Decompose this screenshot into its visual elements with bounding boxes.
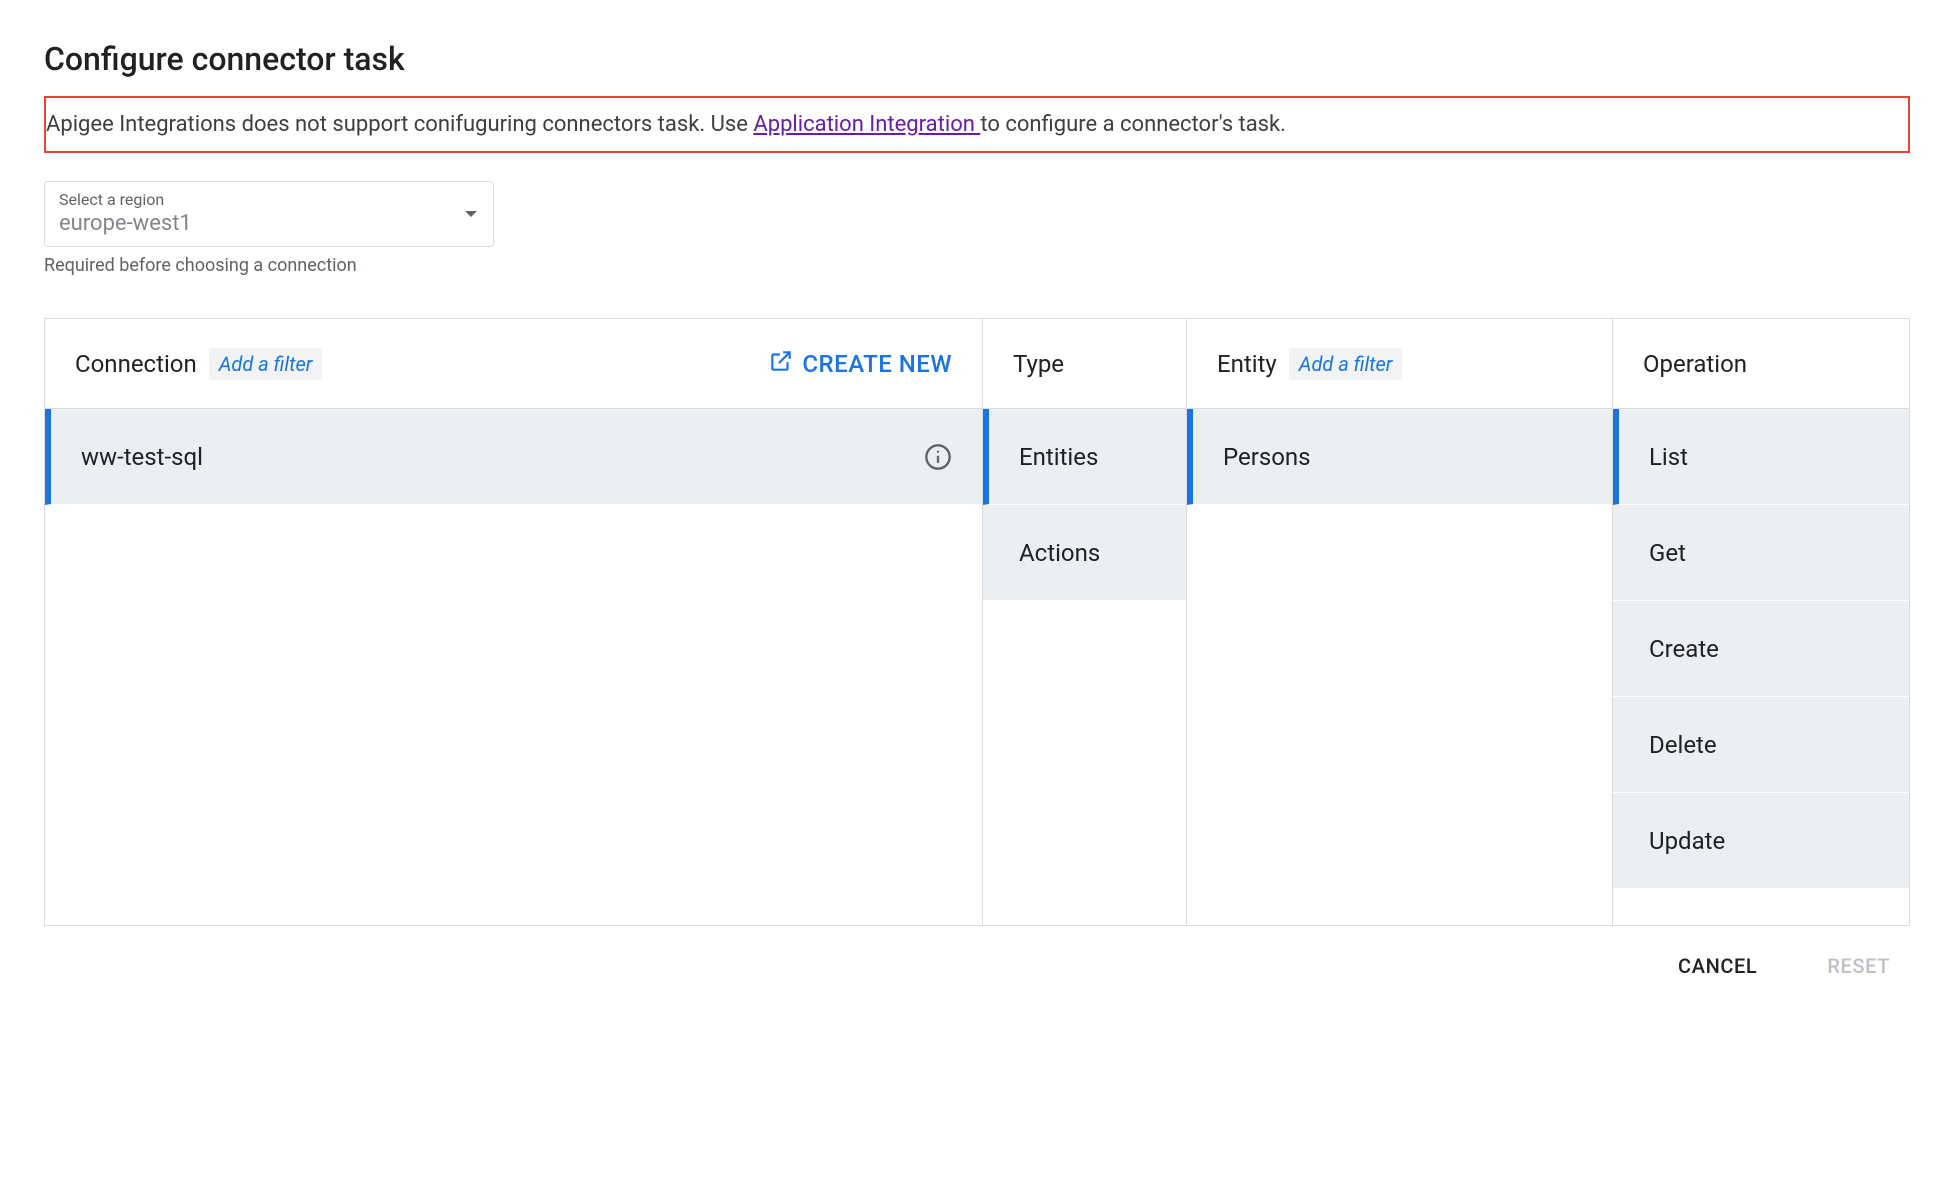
- entity-header: Entity Add a filter: [1187, 319, 1612, 409]
- operation-item-create[interactable]: Create: [1613, 601, 1909, 697]
- entity-header-label: Entity: [1217, 350, 1277, 378]
- operation-item-get[interactable]: Get: [1613, 505, 1909, 601]
- type-item-label: Entities: [1019, 443, 1098, 471]
- connection-header: Connection Add a filter CREATE NEW: [45, 319, 982, 409]
- create-new-button[interactable]: CREATE NEW: [768, 348, 952, 380]
- entity-column: Entity Add a filter Persons: [1187, 319, 1613, 925]
- operation-item-label: Delete: [1649, 731, 1717, 759]
- operation-item-label: Create: [1649, 635, 1719, 663]
- type-column: Type Entities Actions: [983, 319, 1187, 925]
- dialog-title: Configure connector task: [44, 40, 1910, 78]
- type-item-entities[interactable]: Entities: [983, 409, 1186, 505]
- type-item-actions[interactable]: Actions: [983, 505, 1186, 601]
- region-value: europe-west1: [59, 211, 479, 236]
- entity-filter[interactable]: Add a filter: [1289, 348, 1403, 380]
- region-label: Select a region: [59, 190, 479, 209]
- type-header: Type: [983, 319, 1186, 409]
- warning-suffix: to configure a connector's task.: [980, 112, 1286, 137]
- cancel-button[interactable]: CANCEL: [1678, 954, 1757, 978]
- operation-column: Operation List Get Create Delete Update: [1613, 319, 1909, 925]
- entity-item[interactable]: Persons: [1187, 409, 1612, 505]
- operation-item-delete[interactable]: Delete: [1613, 697, 1909, 793]
- reset-button: RESET: [1827, 954, 1890, 978]
- operation-item-list[interactable]: List: [1613, 409, 1909, 505]
- open-in-new-icon: [768, 348, 794, 380]
- operation-item-label: Get: [1649, 539, 1686, 567]
- connection-item[interactable]: ww-test-sql: [45, 409, 982, 505]
- create-new-label: CREATE NEW: [802, 350, 952, 378]
- operation-header: Operation: [1613, 319, 1909, 409]
- region-select[interactable]: Select a region europe-west1: [44, 181, 494, 247]
- chevron-down-icon: [465, 211, 477, 217]
- selector-columns: Connection Add a filter CREATE NEW ww-te…: [44, 318, 1910, 926]
- warning-banner: Apigee Integrations does not support con…: [44, 96, 1910, 153]
- warning-prefix: Apigee Integrations does not support con…: [46, 112, 753, 137]
- connection-column: Connection Add a filter CREATE NEW ww-te…: [45, 319, 983, 925]
- entity-item-label: Persons: [1223, 443, 1311, 471]
- type-header-label: Type: [1013, 350, 1064, 378]
- operation-item-update[interactable]: Update: [1613, 793, 1909, 889]
- footer-actions: CANCEL RESET: [44, 926, 1910, 978]
- connection-item-label: ww-test-sql: [81, 443, 203, 471]
- connection-header-label: Connection: [75, 350, 197, 378]
- operation-item-label: List: [1649, 443, 1688, 471]
- operation-item-label: Update: [1649, 827, 1725, 855]
- region-helper: Required before choosing a connection: [44, 255, 1910, 276]
- application-integration-link[interactable]: Application Integration: [753, 112, 980, 137]
- operation-header-label: Operation: [1643, 350, 1747, 378]
- type-item-label: Actions: [1019, 539, 1100, 567]
- info-icon[interactable]: [924, 443, 952, 471]
- connection-filter[interactable]: Add a filter: [209, 348, 323, 380]
